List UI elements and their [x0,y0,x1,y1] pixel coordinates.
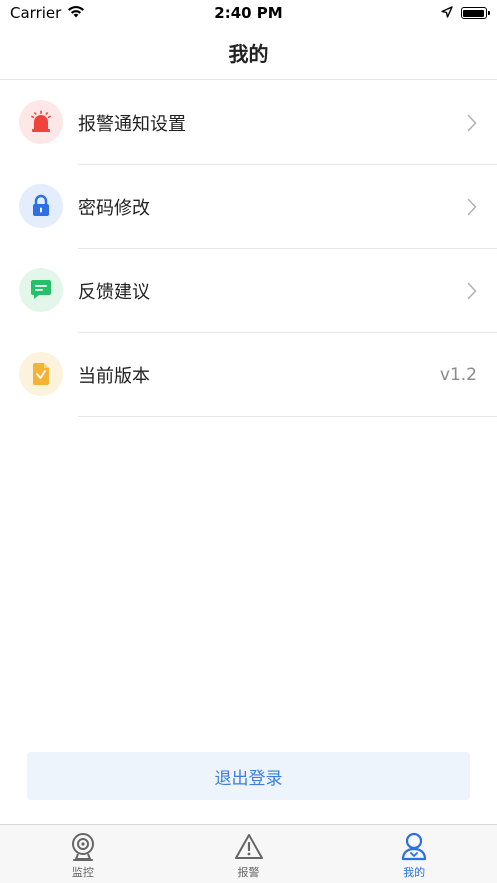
chevron-right-icon [465,113,479,133]
wifi-icon [67,4,85,22]
page-title: 我的 [228,42,269,66]
document-check-icon [19,352,63,396]
menu-item-label: 报警通知设置 [78,114,186,135]
menu-item-label: 密码修改 [78,198,150,219]
status-time: 2:40 PM [214,4,283,22]
tab-mine[interactable]: 我的 [331,825,497,883]
logout-button[interactable]: 退出登录 [27,752,470,800]
lock-icon [19,184,63,228]
carrier-label: Carrier [10,4,62,22]
chevron-right-icon [465,281,479,301]
warning-icon [234,831,264,863]
menu-item-feedback[interactable]: 反馈建议 [0,249,497,333]
settings-menu: 报警通知设置 密码修改 反馈建议 当前版本 v1.2 [0,81,497,417]
version-value: v1.2 [439,365,477,385]
menu-item-change-password[interactable]: 密码修改 [0,165,497,249]
user-icon [399,831,429,863]
battery-icon [460,7,490,19]
menu-item-label: 反馈建议 [78,282,150,303]
divider [78,416,497,417]
chevron-right-icon [465,197,479,217]
navigation-bar: 我的 [0,26,497,80]
tab-label: 监控 [71,866,94,879]
alarm-siren-icon [19,100,63,144]
status-bar: Carrier 2:40 PM [0,0,497,26]
status-bar-left: Carrier [10,4,170,22]
tab-alarm[interactable]: 报警 [166,825,332,883]
tab-label: 我的 [403,866,426,879]
camera-icon [68,831,98,863]
menu-item-alarm-settings[interactable]: 报警通知设置 [0,81,497,165]
menu-item-current-version: 当前版本 v1.2 [0,333,497,417]
tab-bar: 监控 报警 我的 [0,824,497,883]
status-bar-right [327,4,490,22]
tab-monitor[interactable]: 监控 [0,825,166,883]
tab-label: 报警 [237,866,260,879]
menu-item-label: 当前版本 [78,366,150,387]
message-icon [19,268,63,312]
location-arrow-icon [441,4,453,22]
